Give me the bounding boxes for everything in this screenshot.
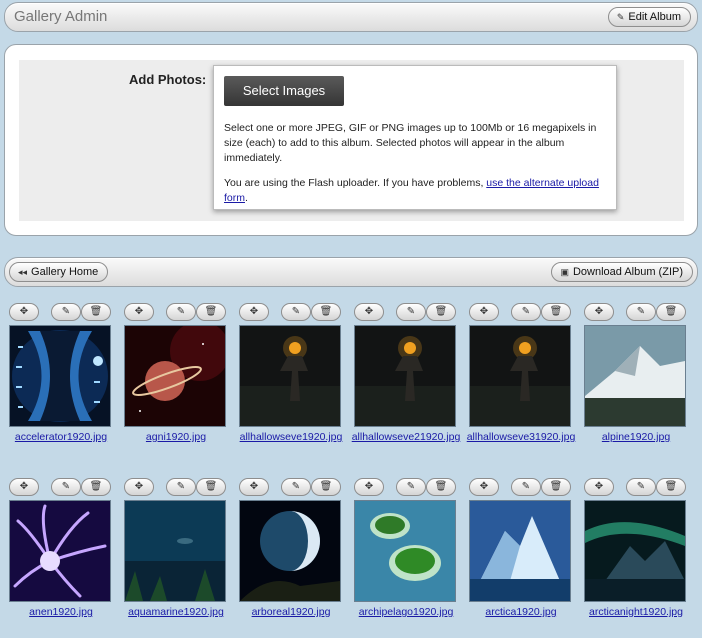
page-title: Gallery Admin: [14, 8, 108, 25]
move-icon[interactable]: ✥: [239, 478, 269, 496]
photo-item: ✥ ✎ 🗑 arboreal1920.jpg: [239, 478, 343, 638]
photo-thumbnail[interactable]: [124, 325, 226, 427]
photo-filename-link[interactable]: allhallowseve21920.jpg: [348, 430, 464, 444]
edit-album-button[interactable]: ✎ Edit Album: [607, 7, 691, 27]
move-icon[interactable]: ✥: [354, 478, 384, 496]
trash-icon[interactable]: 🗑: [656, 303, 686, 321]
photo-filename-link[interactable]: aquamarine1920.jpg: [118, 605, 234, 619]
double-left-arrow-icon: ◂◂: [18, 267, 28, 277]
trash-icon[interactable]: 🗑: [426, 303, 456, 321]
trash-icon[interactable]: 🗑: [426, 478, 456, 496]
edit-icon[interactable]: ✎: [166, 303, 196, 321]
trash-icon[interactable]: 🗑: [541, 478, 571, 496]
photo-thumbnail[interactable]: [239, 500, 341, 602]
photo-thumbnail[interactable]: [584, 500, 686, 602]
trash-icon[interactable]: 🗑: [311, 303, 341, 321]
download-album-label: Download Album (ZIP): [572, 266, 683, 278]
title-bar: Gallery Admin ✎ Edit Album: [4, 2, 698, 32]
upload-area: Add Photos: Select Images Select one or …: [19, 60, 684, 221]
photo-filename-link[interactable]: archipelago1920.jpg: [348, 605, 464, 619]
edit-icon[interactable]: ✎: [51, 478, 81, 496]
photo-item: ✥ ✎ 🗑 allhallowseve21920.jpg: [352, 303, 460, 463]
trash-icon[interactable]: 🗑: [541, 303, 571, 321]
move-icon[interactable]: ✥: [9, 478, 39, 496]
flash-note: You are using the Flash uploader. If you…: [224, 176, 612, 206]
trash-icon[interactable]: 🗑: [81, 478, 111, 496]
flash-note-period: .: [245, 192, 248, 204]
photo-thumbnail[interactable]: [469, 500, 571, 602]
photo-filename-link[interactable]: allhallowseve31920.jpg: [463, 430, 579, 444]
select-images-button[interactable]: Select Images: [224, 76, 344, 106]
photo-item: ✥ ✎ 🗑 accelerator1920.jpg: [9, 303, 113, 463]
photo-filename-link[interactable]: alpine1920.jpg: [578, 430, 694, 444]
trash-icon[interactable]: 🗑: [196, 303, 226, 321]
photo-filename-link[interactable]: arboreal1920.jpg: [233, 605, 349, 619]
move-icon[interactable]: ✥: [124, 303, 154, 321]
photo-thumbnail[interactable]: [354, 325, 456, 427]
edit-icon[interactable]: ✎: [396, 303, 426, 321]
edit-icon[interactable]: ✎: [281, 303, 311, 321]
photo-item: ✥ ✎ 🗑 arcticanight1920.jpg: [584, 478, 688, 638]
upload-panel: Add Photos: Select Images Select one or …: [4, 44, 698, 236]
photo-item: ✥ ✎ 🗑 agni1920.jpg: [124, 303, 228, 463]
photo-item: ✥ ✎ 🗑 allhallowseve1920.jpg: [239, 303, 343, 463]
trash-icon[interactable]: 🗑: [311, 478, 341, 496]
disk-icon: ▣: [560, 267, 569, 277]
move-icon[interactable]: ✥: [584, 303, 614, 321]
edit-icon[interactable]: ✎: [51, 303, 81, 321]
photo-thumbnail[interactable]: [9, 500, 111, 602]
edit-icon[interactable]: ✎: [166, 478, 196, 496]
edit-icon[interactable]: ✎: [281, 478, 311, 496]
edit-icon[interactable]: ✎: [511, 303, 541, 321]
move-icon[interactable]: ✥: [124, 478, 154, 496]
move-icon[interactable]: ✥: [584, 478, 614, 496]
gallery-home-label: Gallery Home: [31, 266, 99, 278]
photo-filename-link[interactable]: allhallowseve1920.jpg: [233, 430, 349, 444]
edit-icon[interactable]: ✎: [626, 478, 656, 496]
upload-description: Select one or more JPEG, GIF or PNG imag…: [224, 122, 597, 164]
add-photos-label: Add Photos:: [129, 72, 207, 87]
trash-icon[interactable]: 🗑: [656, 478, 686, 496]
photo-item: ✥ ✎ 🗑 archipelago1920.jpg: [354, 478, 458, 638]
photo-filename-link[interactable]: arcticanight1920.jpg: [578, 605, 694, 619]
trash-icon[interactable]: 🗑: [196, 478, 226, 496]
photo-filename-link[interactable]: arctica1920.jpg: [463, 605, 579, 619]
album-nav-bar: ◂◂ Gallery Home ▣ Download Album (ZIP): [4, 257, 698, 287]
edit-album-label: Edit Album: [628, 11, 681, 23]
download-album-button[interactable]: ▣ Download Album (ZIP): [551, 262, 693, 282]
photo-filename-link[interactable]: anen1920.jpg: [3, 605, 119, 619]
photo-item: ✥ ✎ 🗑 aquamarine1920.jpg: [124, 478, 228, 638]
edit-icon[interactable]: ✎: [511, 478, 541, 496]
move-icon[interactable]: ✥: [469, 478, 499, 496]
photo-item: ✥ ✎ 🗑 allhallowseve31920.jpg: [467, 303, 575, 463]
photo-thumbnail[interactable]: [9, 325, 111, 427]
move-icon[interactable]: ✥: [354, 303, 384, 321]
photo-thumbnail[interactable]: [239, 325, 341, 427]
photo-filename-link[interactable]: accelerator1920.jpg: [3, 430, 119, 444]
trash-icon[interactable]: 🗑: [81, 303, 111, 321]
edit-icon[interactable]: ✎: [396, 478, 426, 496]
edit-icon[interactable]: ✎: [626, 303, 656, 321]
photo-item: ✥ ✎ 🗑 anen1920.jpg: [9, 478, 113, 638]
photo-item: ✥ ✎ 🗑 alpine1920.jpg: [584, 303, 688, 463]
photo-thumbnail[interactable]: [584, 325, 686, 427]
pencil-icon: ✎: [616, 12, 625, 22]
move-icon[interactable]: ✥: [9, 303, 39, 321]
photo-item: ✥ ✎ 🗑 arctica1920.jpg: [469, 478, 573, 638]
move-icon[interactable]: ✥: [239, 303, 269, 321]
gallery-home-button[interactable]: ◂◂ Gallery Home: [9, 262, 109, 282]
photo-thumbnail[interactable]: [124, 500, 226, 602]
photo-filename-link[interactable]: agni1920.jpg: [118, 430, 234, 444]
upload-box: Select Images Select one or more JPEG, G…: [213, 65, 617, 210]
flash-note-text: You are using the Flash uploader. If you…: [224, 177, 487, 189]
move-icon[interactable]: ✥: [469, 303, 499, 321]
photo-thumbnail[interactable]: [354, 500, 456, 602]
photo-thumbnail[interactable]: [469, 325, 571, 427]
